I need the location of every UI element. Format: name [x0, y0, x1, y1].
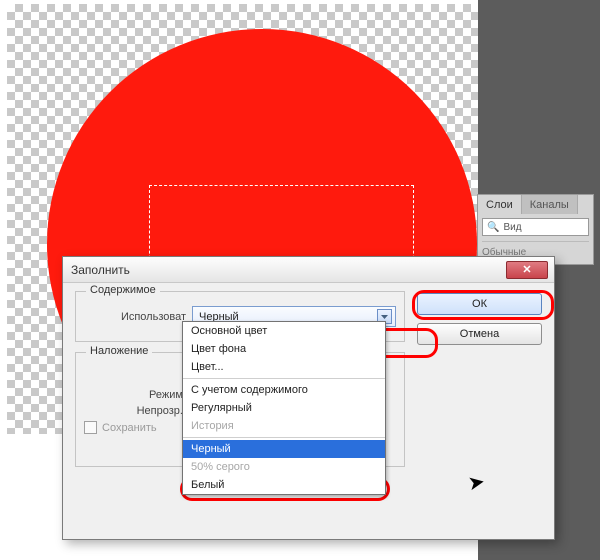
fill-dialog: Заполнить ✕ Содержимое Использоват Черны… [62, 256, 555, 540]
panel-tabs: Слои Каналы [478, 195, 593, 214]
group-blending-legend: Наложение [86, 345, 152, 357]
dropdown-item[interactable]: Цвет... [183, 358, 385, 376]
dropdown-item: 50% серого [183, 458, 385, 476]
layers-panel: Слои Каналы 🔍 Вид Обычные [477, 194, 594, 265]
preserve-label: Сохранить [102, 422, 157, 434]
ok-button-label: ОК [472, 298, 487, 310]
group-content-legend: Содержимое [86, 284, 160, 296]
cancel-button[interactable]: Отмена [417, 323, 542, 345]
dropdown-item[interactable]: С учетом содержимого [183, 381, 385, 399]
dropdown-item[interactable]: Основной цвет [183, 322, 385, 340]
close-button[interactable]: ✕ [506, 261, 548, 279]
dropdown-item[interactable]: Черный [183, 440, 385, 458]
dropdown-item[interactable]: Цвет фона [183, 340, 385, 358]
cancel-button-label: Отмена [460, 328, 499, 340]
tab-channels[interactable]: Каналы [522, 195, 578, 214]
preserve-checkbox[interactable] [84, 421, 97, 434]
dialog-title: Заполнить [71, 263, 130, 277]
layer-search-input[interactable]: 🔍 Вид [482, 218, 589, 236]
opacity-label: Непрозр.: [84, 405, 186, 417]
layer-search-placeholder: Вид [503, 222, 521, 233]
dropdown-item[interactable]: Белый [183, 476, 385, 494]
dialog-titlebar[interactable]: Заполнить ✕ [63, 257, 554, 283]
close-icon: ✕ [522, 263, 531, 276]
dropdown-separator [183, 437, 385, 438]
use-dropdown-list[interactable]: Основной цветЦвет фонаЦвет... С учетом со… [182, 321, 386, 495]
tab-layers[interactable]: Слои [478, 195, 522, 214]
dropdown-separator [183, 378, 385, 379]
dialog-button-column: ОК Отмена [417, 293, 542, 345]
ok-button[interactable]: ОК [417, 293, 542, 315]
mode-label: Режим: [84, 389, 186, 401]
use-label: Использоват [84, 311, 186, 323]
dropdown-item: История [183, 417, 385, 435]
dropdown-item[interactable]: Регулярный [183, 399, 385, 417]
search-icon: 🔍 [487, 222, 499, 233]
